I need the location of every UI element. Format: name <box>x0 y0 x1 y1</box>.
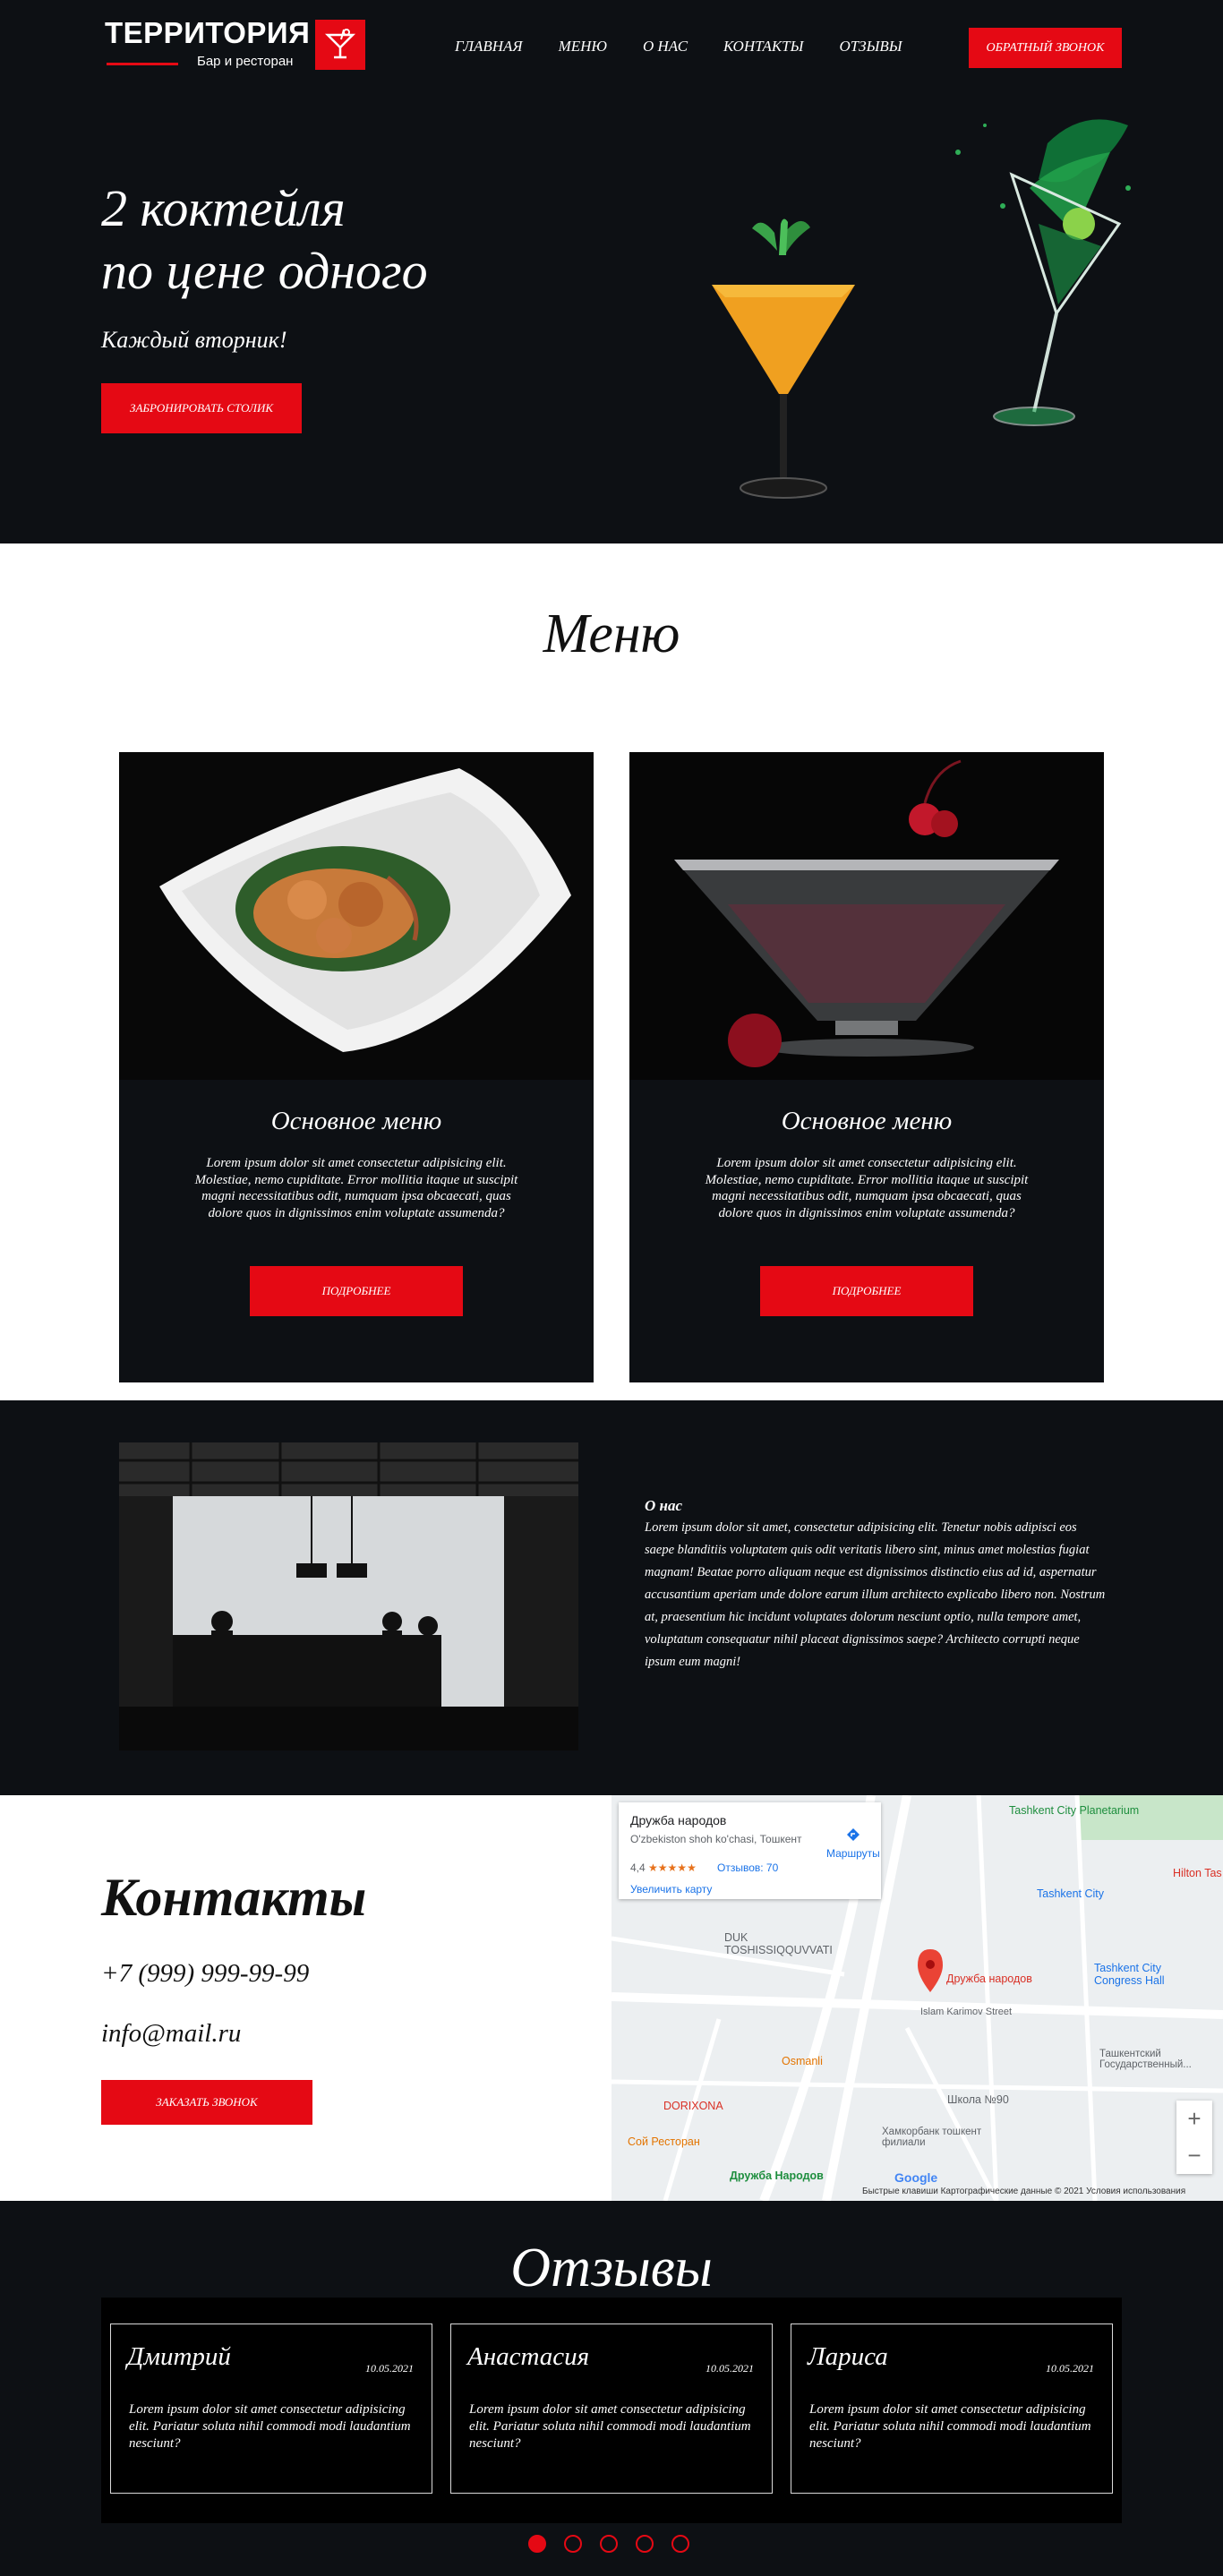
logo[interactable]: ТЕРРИТОРИЯ Бар и ресторан <box>105 16 373 75</box>
about-heading: О нас <box>645 1497 683 1514</box>
map-enlarge-link[interactable]: Увеличить карту <box>630 1883 712 1896</box>
menu-card-text: Lorem ipsum dolor sit amet consectetur a… <box>705 1156 1029 1220</box>
slider-dot-2[interactable] <box>564 2535 582 2553</box>
details-button[interactable]: ПОДРОБНЕЕ <box>760 1266 973 1316</box>
map-label: Дружба народов <box>946 1973 1032 1985</box>
hero-title: 2 коктейля по цене одного <box>101 177 428 303</box>
callback-button[interactable]: ОБРАТНЫЙ ЗВОНОК <box>969 28 1122 68</box>
about-text: Lorem ipsum dolor sit amet, consectetur … <box>645 1520 1106 1669</box>
hero-section: ТЕРРИТОРИЯ Бар и ресторан ГЛАВНАЯ МЕНЮ О… <box>0 0 1223 543</box>
map-label: Tashkent City Planetarium <box>1009 1804 1140 1817</box>
directions-icon <box>847 1828 860 1841</box>
review-author: Лариса <box>808 2342 888 2371</box>
map-footer[interactable]: Быстрые клавиши Картографические данные … <box>862 2187 1185 2196</box>
reviews-title: Отзывы <box>510 2238 713 2298</box>
slider-pagination <box>528 2535 689 2553</box>
review-card: Лариса 10.05.2021 Lorem ipsum dolor sit … <box>791 2324 1113 2494</box>
map-reviews-link[interactable]: Отзывов: 70 <box>717 1861 778 1874</box>
map-label: Ташкентский Государственный... <box>1099 2049 1192 2070</box>
hero-title-line-2: по цене одного <box>101 242 428 300</box>
menu-title: Меню <box>543 603 680 664</box>
review-text: Lorem ipsum dolor sit amet consectetur a… <box>809 2402 1091 2451</box>
map-place-address: O'zbekiston shoh ko'chasi, Тошкент <box>630 1833 802 1845</box>
map-label: Osmanli <box>782 2055 823 2067</box>
menu-card-text: Lorem ipsum dolor sit amet consectetur a… <box>194 1156 518 1220</box>
nav-link-contacts[interactable]: КОНТАКТЫ <box>723 38 803 56</box>
book-table-button[interactable]: ЗАБРОНИРОВАТЬ СТОЛИК <box>101 383 302 433</box>
review-text: Lorem ipsum dolor sit amet consectetur a… <box>469 2402 751 2451</box>
review-date: 10.05.2021 <box>706 2362 754 2375</box>
menu-card-title: Основное меню <box>270 1107 442 1135</box>
logo-title: ТЕРРИТОРИЯ <box>105 16 311 49</box>
map-label: Tashkent City Congress Hall <box>1094 1962 1165 1987</box>
nav-link-home[interactable]: ГЛАВНАЯ <box>455 38 523 56</box>
review-card: Дмитрий 10.05.2021 Lorem ipsum dolor sit… <box>110 2324 432 2494</box>
review-author: Дмитрий <box>127 2342 231 2371</box>
contacts-section: Контакты +7 (999) 999-99-99 info@mail.ru… <box>0 1795 1223 2201</box>
map-label: Дружба Народов <box>730 2169 824 2182</box>
slider-dot-3[interactable] <box>600 2535 618 2553</box>
review-date: 10.05.2021 <box>365 2362 414 2375</box>
map-label: Хамкорбанк тошкент филиали <box>882 2127 982 2148</box>
review-card: Анастасия 10.05.2021 Lorem ipsum dolor s… <box>450 2324 773 2494</box>
nav-link-about[interactable]: О НАС <box>643 38 688 56</box>
shrimp-dish-image <box>119 752 594 1080</box>
top-navigation-bar: ТЕРРИТОРИЯ Бар и ресторан ГЛАВНАЯ МЕНЮ О… <box>0 0 1223 95</box>
review-date: 10.05.2021 <box>1046 2362 1094 2375</box>
map-rating-value: 4,4 <box>630 1861 646 1874</box>
contacts-phone[interactable]: +7 (999) 999-99-99 <box>101 1959 309 1989</box>
review-text: Lorem ipsum dolor sit amet consectetur a… <box>129 2402 411 2451</box>
hero-title-line-1: 2 коктейля <box>101 179 346 237</box>
order-call-button[interactable]: ЗАКАЗАТЬ ЗВОНОК <box>101 2080 312 2125</box>
menu-card: Основное меню Lorem ipsum dolor sit amet… <box>629 752 1104 1382</box>
map-label: Сой Ресторан <box>628 2135 700 2148</box>
google-logo: Google <box>894 2170 938 2185</box>
menu-section: Меню Основное меню Lorem ipsum dolor sit… <box>0 543 1223 1400</box>
google-map[interactable]: Дружба народов O'zbekiston shoh ko'chasi… <box>612 1795 1223 2201</box>
slider-dot-1[interactable] <box>528 2535 546 2553</box>
map-routes-link[interactable]: Маршруты <box>826 1828 880 1860</box>
nav-link-reviews[interactable]: ОТЗЫВЫ <box>839 38 902 56</box>
map-zoom-controls: + − <box>1176 2101 1212 2174</box>
cherry-cocktail-image <box>629 752 1104 1080</box>
main-nav: ГЛАВНАЯ МЕНЮ О НАС КОНТАКТЫ ОТЗЫВЫ <box>455 38 938 56</box>
logo-subtitle: Бар и ресторан <box>197 54 294 69</box>
logo-underline <box>107 63 178 65</box>
details-button[interactable]: ПОДРОБНЕЕ <box>250 1266 463 1316</box>
star-rating-icon: ★★★★★ <box>648 1861 697 1874</box>
map-label: DORIXONA <box>663 2100 723 2112</box>
slider-dot-5[interactable] <box>671 2535 689 2553</box>
map-routes-label: Маршруты <box>826 1847 880 1860</box>
map-place-title: Дружба народов <box>630 1813 727 1827</box>
map-label: Школа №90 <box>947 2093 1009 2106</box>
nav-link-menu[interactable]: МЕНЮ <box>559 38 607 56</box>
map-label: Hilton Tas <box>1173 1867 1222 1879</box>
zoom-in-button[interactable]: + <box>1176 2101 1212 2137</box>
bar-interior-image <box>119 1442 578 1750</box>
about-section: О нас Lorem ipsum dolor sit amet, consec… <box>0 1400 1223 1795</box>
map-label: Islam Karimov Street <box>920 2007 1013 2017</box>
reviews-slider: Дмитрий 10.05.2021 Lorem ipsum dolor sit… <box>101 2298 1122 2523</box>
contacts-title: Контакты <box>101 1868 367 1927</box>
menu-card-title: Основное меню <box>781 1107 953 1135</box>
menu-card: Основное меню Lorem ipsum dolor sit amet… <box>119 752 594 1382</box>
slider-dot-4[interactable] <box>636 2535 654 2553</box>
contacts-email[interactable]: info@mail.ru <box>101 2019 241 2049</box>
orange-cocktail-image <box>712 218 855 499</box>
cocktail-glass-icon <box>315 20 365 70</box>
map-place-card: Дружба народов O'zbekiston shoh ko'chasi… <box>619 1802 881 1899</box>
green-cocktail-image <box>955 119 1131 426</box>
map-label: Tashkent City <box>1037 1887 1105 1900</box>
map-place-rating: 4,4 ★★★★★ <box>630 1861 697 1874</box>
map-label: DUK TOSHISSIQQUVVATI <box>724 1931 833 1956</box>
reviews-section: Отзывы Дмитрий 10.05.2021 Lorem ipsum do… <box>0 2201 1223 2576</box>
hero-subtitle: Каждый вторник! <box>101 327 287 353</box>
review-author: Анастасия <box>467 2342 590 2371</box>
zoom-out-button[interactable]: − <box>1176 2137 1212 2174</box>
